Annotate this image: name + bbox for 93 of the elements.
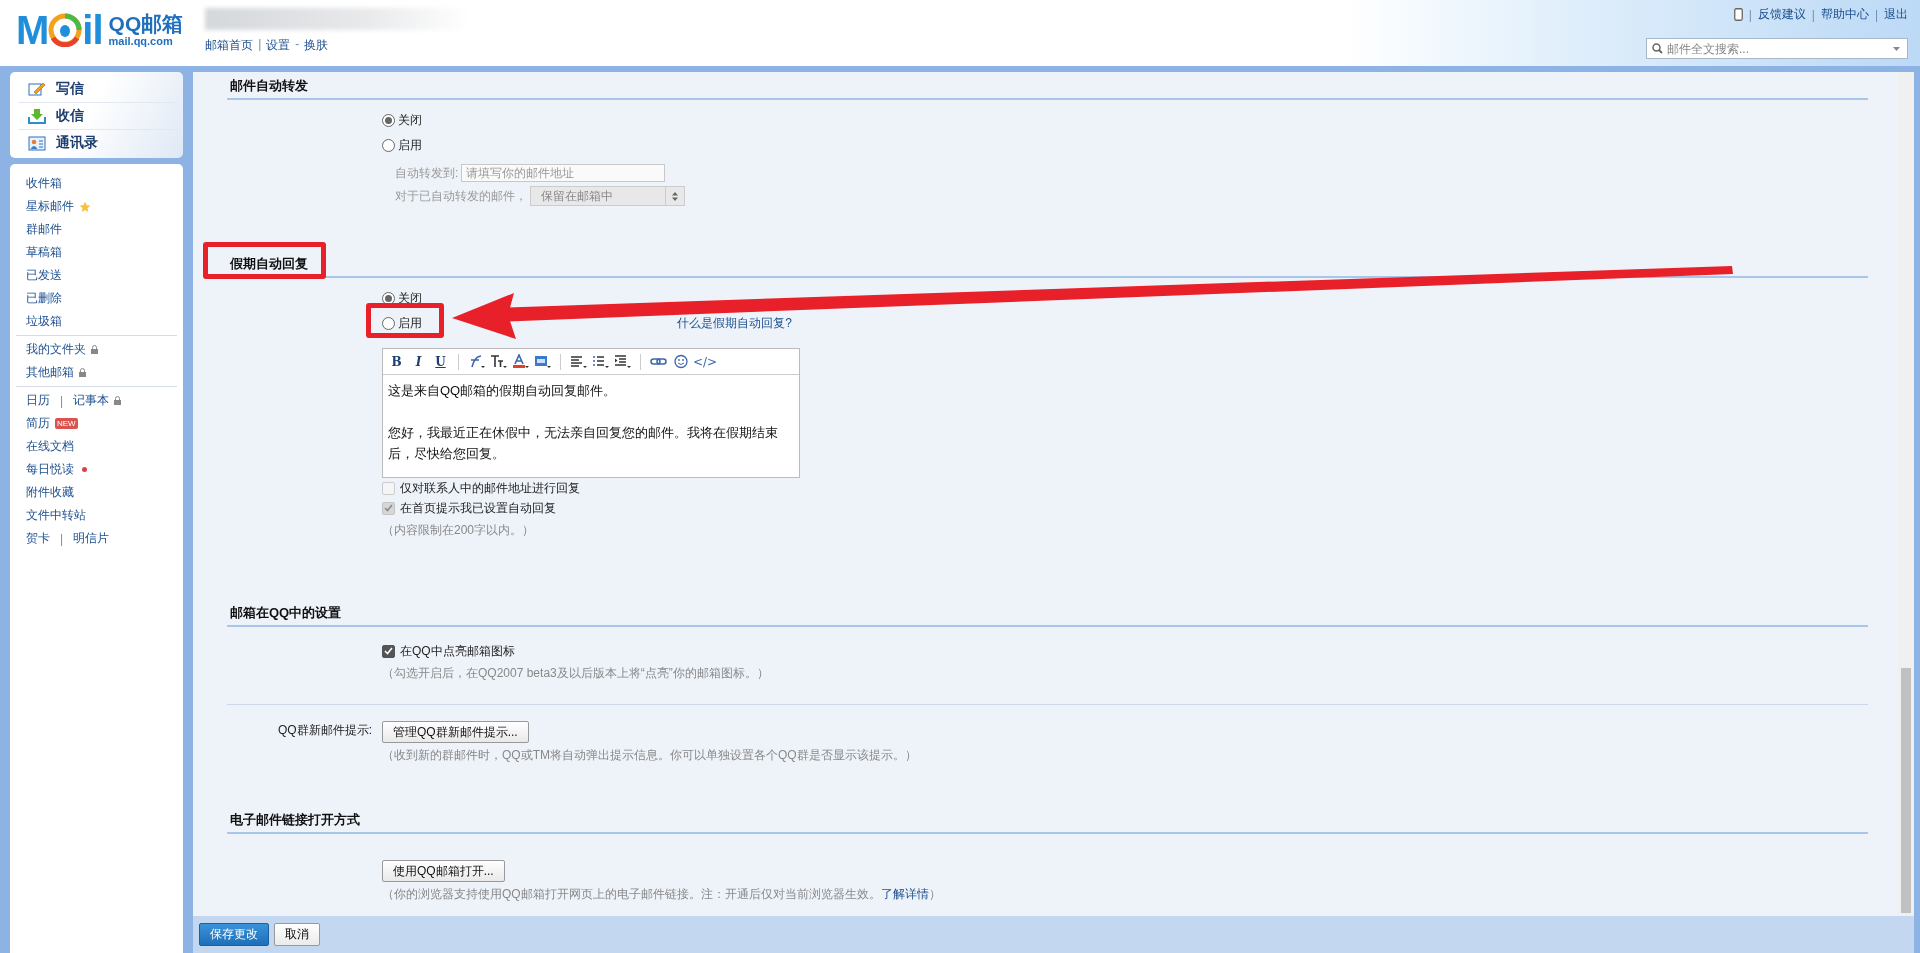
new-badge: NEW xyxy=(55,418,78,429)
folder-link[interactable]: 每日悦读 xyxy=(26,461,74,478)
header-link[interactable]: 退出 xyxy=(1884,6,1908,23)
setting-label: QQ群新邮件提示: xyxy=(278,722,372,737)
header-link[interactable]: 反馈建议 xyxy=(1757,6,1806,23)
folder-link[interactable]: 贺卡 xyxy=(26,530,50,547)
underline-button[interactable]: U xyxy=(431,352,450,371)
radio-label: 关闭 xyxy=(398,290,422,307)
link-separator: | xyxy=(258,37,262,53)
settings-button[interactable]: 使用QQ邮箱打开... xyxy=(382,860,505,882)
section-heading: 电子邮件链接打开方式 xyxy=(230,812,360,827)
link-separator: - xyxy=(295,37,300,53)
link-separator: | xyxy=(1748,7,1752,22)
search-icon xyxy=(1652,43,1663,54)
editor-paragraph: 这是来自QQ邮箱的假期自动回复邮件。 xyxy=(388,382,618,400)
folder-link[interactable]: 记事本 xyxy=(73,392,110,409)
sidebar-action[interactable]: 收信 xyxy=(56,107,84,125)
folder-link[interactable]: 附件收藏 xyxy=(26,484,74,501)
folder-link[interactable]: 明信片 xyxy=(73,530,110,547)
folder-link[interactable]: 草稿箱 xyxy=(26,244,62,261)
folder-link[interactable]: 已删除 xyxy=(26,290,62,307)
folder-link[interactable]: 我的文件夹 xyxy=(26,341,86,358)
field-label: 对于已自动转发的邮件， xyxy=(395,187,527,205)
star-icon xyxy=(79,200,91,213)
radio-button[interactable] xyxy=(382,114,395,127)
reply-editor[interactable]: B I U </> 这是来自QQ邮箱的假期自动回复邮件。 您好，我最近正在休假中，无法亲自回复您的邮件。我将在假期结束后，尽快给您回复。 xyxy=(382,348,800,478)
link-separator: | xyxy=(1811,7,1815,22)
hint-text: （你的浏览器支持使用QQ邮箱打开网页上的电子邮件链接。注：开通后仅对当前浏览器生效。了解详情） xyxy=(382,886,942,903)
indent-icon[interactable] xyxy=(613,352,632,371)
search-field[interactable]: 邮件全文搜索... xyxy=(1646,38,1908,59)
logo-letter: M xyxy=(16,10,49,50)
field-label: 自动转发到: xyxy=(395,164,459,182)
radio-label: 启用 xyxy=(398,137,422,154)
text-color-icon[interactable] xyxy=(511,352,530,371)
folder-link[interactable]: 收件箱 xyxy=(26,175,62,192)
smiley-icon[interactable] xyxy=(671,352,690,371)
hint-text: （勾选开启后，在QQ2007 beta3及以后版本上将“点亮”你的邮箱图标。） xyxy=(382,665,770,682)
folder-link[interactable]: 已发送 xyxy=(26,267,62,284)
inbox-download-icon xyxy=(28,108,46,124)
up-down-icon xyxy=(672,191,678,201)
section-heading: 假期自动回复 xyxy=(230,256,308,271)
notification-dot xyxy=(82,467,87,472)
folder-link[interactable]: 日历 xyxy=(26,392,50,409)
section-heading: 邮箱在QQ中的设置 xyxy=(230,605,342,620)
phone-icon[interactable] xyxy=(1733,8,1743,21)
logo-domain: mail.qq.com xyxy=(108,36,174,47)
settings-button[interactable]: 管理QQ群新邮件提示... xyxy=(382,721,529,743)
lock-icon xyxy=(79,368,86,377)
folder-link[interactable]: 其他邮箱 xyxy=(26,364,74,381)
hint-text: （内容限制在200字以内。） xyxy=(382,522,536,539)
contact-card-icon xyxy=(28,135,46,151)
dropdown-caret-icon[interactable] xyxy=(1893,47,1900,51)
sidebar-action[interactable]: 写信 xyxy=(56,80,84,98)
source-code-button[interactable]: </> xyxy=(693,352,718,371)
header-link[interactable]: 帮助中心 xyxy=(1820,6,1869,23)
folder-link[interactable]: 星标邮件 xyxy=(26,198,74,215)
header-link[interactable]: 换肤 xyxy=(304,37,329,54)
sidebar-action[interactable]: 通讯录 xyxy=(56,134,98,152)
scrollbar[interactable] xyxy=(1898,72,1914,916)
italic-button[interactable]: I xyxy=(409,352,428,371)
radio-button[interactable] xyxy=(382,139,395,152)
checkbox-label: 在QQ中点亮邮箱图标 xyxy=(400,642,515,660)
link-separator: | xyxy=(1874,7,1878,22)
radio-label: 关闭 xyxy=(398,112,422,129)
link-separator: | xyxy=(60,393,64,408)
folder-link[interactable]: 文件中转站 xyxy=(26,507,86,524)
checkbox[interactable] xyxy=(382,644,395,658)
hint-text: （收到新的群邮件时，QQ或TM将自动弹出提示信息。你可以单独设置各个QQ群是否显示该提示。） xyxy=(382,747,918,764)
radio-label: 启用 xyxy=(398,315,422,332)
folder-link[interactable]: 垃圾箱 xyxy=(26,313,62,330)
folder-link[interactable]: 简历 xyxy=(26,415,50,432)
cancel-button[interactable]: 取消 xyxy=(274,923,320,946)
section-heading: 邮件自动转发 xyxy=(230,78,308,93)
save-button[interactable]: 保存更改 xyxy=(199,923,269,946)
checkbox-label: 仅对联系人中的邮件地址进行回复 xyxy=(400,479,580,497)
link-separator: | xyxy=(60,531,64,546)
lock-icon xyxy=(114,396,122,405)
lock-icon xyxy=(91,345,98,354)
learn-more-link[interactable]: 了解详情 xyxy=(880,887,929,901)
radio-button[interactable] xyxy=(382,317,395,330)
folder-link[interactable]: 群邮件 xyxy=(26,221,62,238)
logo-letters: il xyxy=(82,10,103,50)
help-link[interactable]: 什么是假期自动回复? xyxy=(677,315,792,332)
bold-button[interactable]: B xyxy=(387,352,406,371)
text-size-icon[interactable] xyxy=(489,352,508,371)
checkbox-label: 在首页提示我已设置自动回复 xyxy=(400,499,556,517)
folder-link[interactable]: 在线文档 xyxy=(26,438,74,455)
logo-title: QQ邮箱 xyxy=(108,13,184,34)
header-link[interactable]: 邮箱首页 xyxy=(205,37,254,54)
penguin-logo-icon xyxy=(48,13,83,47)
editor-paragraph: 您好，我最近正在休假中，无法亲自回复您的邮件。我将在假期结束后，尽快给您回复。 xyxy=(388,424,779,463)
pencil-note-icon xyxy=(28,81,46,97)
header-link[interactable]: 设置 xyxy=(266,37,291,54)
